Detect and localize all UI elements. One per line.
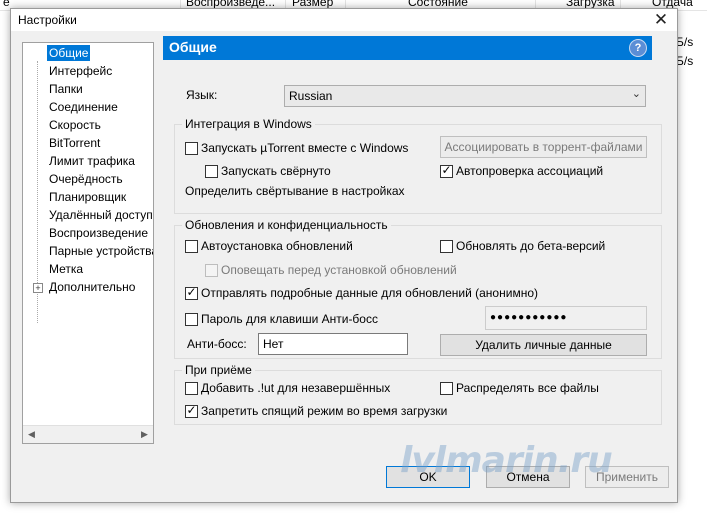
tree-item-general[interactable]: Общие	[47, 45, 91, 61]
bg-speed-cell: Б/s	[676, 35, 694, 49]
send-detailed-data-label[interactable]: Отправлять подробные данные для обновлен…	[201, 286, 538, 300]
tree-item-paired-devices[interactable]: Парные устройства	[47, 243, 153, 259]
tree-item-advanced[interactable]: Дополнительно	[47, 279, 137, 295]
boss-password-input[interactable]: ●●●●●●●●●●●	[485, 306, 647, 330]
anti-boss-input[interactable]: Нет	[258, 333, 408, 355]
tree-item-queue[interactable]: Очерёдность	[47, 171, 125, 187]
add-ut-extension-label[interactable]: Добавить .!ut для незавершённых	[201, 381, 390, 395]
tree-item-label[interactable]: Метка	[47, 261, 85, 277]
prevent-standby-checkbox[interactable]: ✓	[185, 403, 198, 418]
bg-col-0: е	[3, 0, 10, 9]
site-watermark: lvlmarin.ru	[400, 440, 613, 481]
check-mark-icon: ✓	[186, 285, 197, 299]
auto-install-label[interactable]: Автоустановка обновлений	[201, 239, 353, 253]
beta-updates-label[interactable]: Обновлять до бета-версий	[456, 239, 605, 253]
tree-expander-advanced[interactable]: +	[33, 283, 43, 293]
updates-privacy-title: Обновления и конфиденциальность	[182, 218, 391, 232]
boss-key-password-checkbox[interactable]	[185, 313, 198, 326]
chevron-down-icon: ⌄	[631, 88, 641, 100]
notify-before-install-checkbox	[205, 264, 218, 277]
start-minimized-checkbox[interactable]	[205, 165, 218, 178]
pane-title: Общие	[169, 39, 217, 55]
auto-check-associations-checkbox[interactable]: ✓	[440, 163, 453, 178]
help-icon[interactable]: ?	[629, 39, 647, 57]
distribute-all-files-label[interactable]: Распределять все файлы	[456, 381, 599, 395]
language-value: Russian	[289, 89, 333, 103]
scroll-left-icon[interactable]: ◀	[23, 426, 40, 443]
auto-install-checkbox[interactable]	[185, 240, 198, 253]
check-mark-icon: ✓	[186, 403, 197, 417]
tree-horizontal-scrollbar[interactable]: ◀ ▶	[23, 425, 153, 443]
tree-item-remote[interactable]: Удалённый доступ	[47, 207, 153, 223]
add-ut-extension-checkbox[interactable]	[185, 382, 198, 395]
tree-item-scheduler[interactable]: Планировщик	[47, 189, 128, 205]
dialog-titlebar[interactable]: Настройки ✕	[11, 9, 677, 31]
dialog-title: Настройки	[18, 13, 77, 27]
launch-with-windows-label[interactable]: Запускать µTorrent вместе с Windows	[201, 141, 408, 155]
tree-item-playback[interactable]: Воспроизведение	[47, 225, 150, 241]
start-minimized-label[interactable]: Запускать свёрнуто	[221, 164, 331, 178]
tree-item-connection[interactable]: Соединение	[47, 99, 120, 115]
tree-item-interface[interactable]: Интерфейс	[47, 63, 114, 79]
associate-torrent-button[interactable]: Ассоциировать в торрент-файлами	[440, 136, 647, 158]
delete-personal-data-button[interactable]: Удалить личные данные	[440, 334, 647, 356]
tree-item-traffic-limit[interactable]: Лимит трафика	[47, 153, 137, 169]
settings-tree: Общие Интерфейс Папки Соединение Скорост…	[22, 42, 154, 444]
boss-key-password-label[interactable]: Пароль для клавиши Анти-босс	[201, 312, 378, 326]
prevent-standby-label[interactable]: Запретить спящий режим во время загрузки	[201, 404, 447, 418]
auto-check-associations-label[interactable]: Автопроверка ассоциаций	[456, 164, 603, 178]
on-receive-title: При приёме	[182, 363, 255, 377]
language-select[interactable]: Russian ⌄	[284, 85, 646, 107]
pane-header: Общие ?	[163, 36, 652, 60]
check-mark-icon: ✓	[441, 163, 452, 177]
anti-boss-label: Анти-босс:	[187, 337, 247, 351]
send-detailed-data-checkbox[interactable]: ✓	[185, 285, 198, 300]
beta-updates-checkbox[interactable]	[440, 240, 453, 253]
bg-speed-cell: Б/s	[676, 54, 694, 68]
define-minimize-text: Определить свёртывание в настройках	[185, 184, 405, 198]
launch-with-windows-checkbox[interactable]	[185, 142, 198, 155]
scroll-right-icon[interactable]: ▶	[136, 426, 153, 443]
tree-item-bittorrent[interactable]: BitTorrent	[47, 135, 102, 151]
language-label: Язык:	[186, 88, 218, 102]
tree-item-speed[interactable]: Скорость	[47, 117, 103, 133]
distribute-all-files-checkbox[interactable]	[440, 382, 453, 395]
windows-integration-title: Интеграция в Windows	[182, 117, 315, 131]
tree-item-folders[interactable]: Папки	[47, 81, 85, 97]
close-icon[interactable]: ✕	[651, 10, 671, 30]
notify-before-install-label: Оповещать перед установкой обновлений	[221, 263, 457, 277]
